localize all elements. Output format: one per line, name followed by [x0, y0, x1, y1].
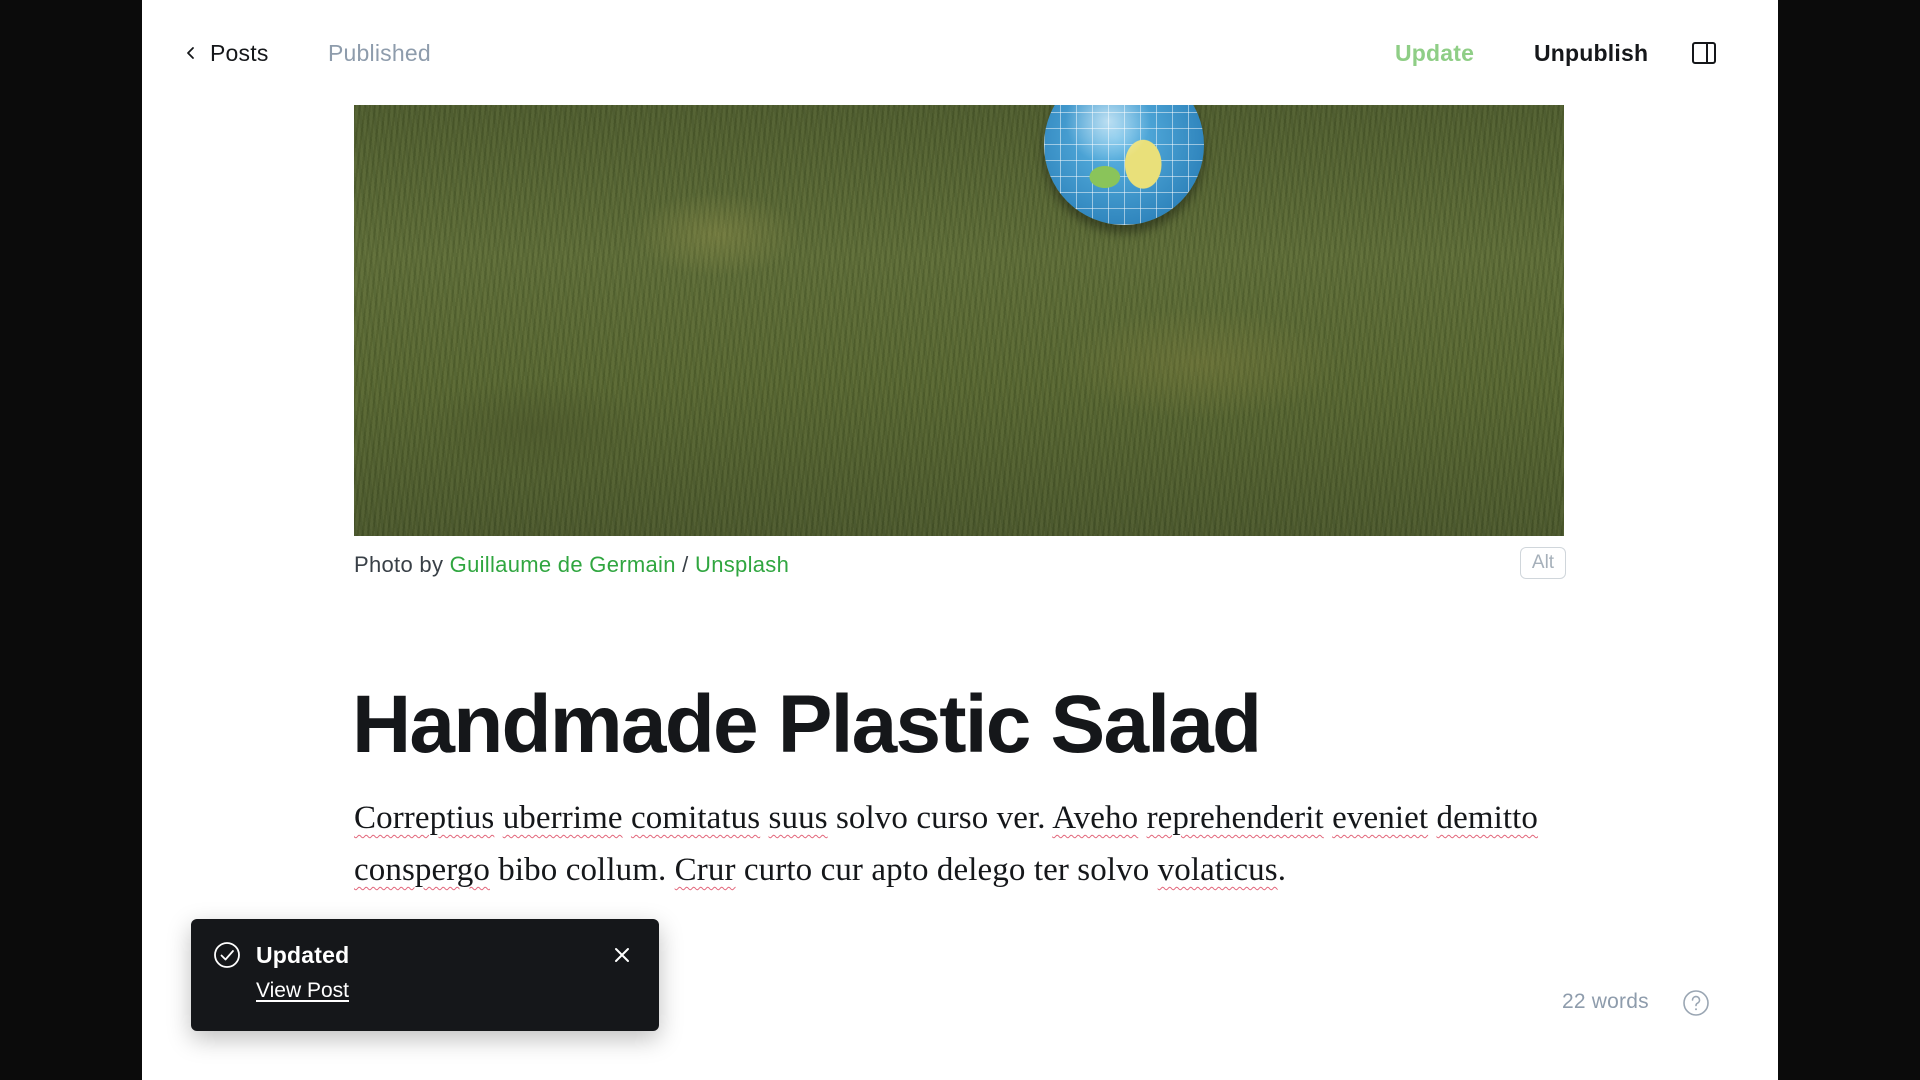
close-icon[interactable] [611, 944, 633, 966]
misspelled-word: comitatus [630, 800, 761, 836]
misspelled-word: demitto [1436, 800, 1539, 836]
body-text [1324, 800, 1332, 836]
view-post-link[interactable]: View Post [256, 979, 349, 1003]
check-circle-icon [214, 942, 240, 968]
post-editor: Posts Published Update Unpublish Photo b… [142, 0, 1778, 1080]
caption-author-link[interactable]: Guillaume de Germain [450, 552, 676, 577]
misspelled-word: conspergo [354, 852, 490, 888]
notification-toast: Updated View Post [191, 919, 659, 1031]
question-circle-icon[interactable] [1682, 989, 1710, 1017]
caption-prefix: Photo by [354, 552, 450, 577]
body-text [760, 800, 768, 836]
feature-image[interactable] [354, 105, 1564, 536]
unpublish-button[interactable]: Unpublish [1534, 40, 1648, 67]
misspelled-word: uberrime [502, 800, 623, 836]
body-text: bibo collum. [489, 852, 675, 888]
post-title[interactable]: Handmade Plastic Salad [352, 678, 1262, 772]
update-button[interactable]: Update [1395, 40, 1474, 67]
misspelled-word: eveniet [1332, 800, 1429, 836]
alt-text-button[interactable]: Alt [1520, 547, 1566, 579]
back-to-posts-link[interactable]: Posts [184, 38, 269, 68]
misspelled-word: Aveho [1052, 800, 1139, 836]
globe-ball-graphic [1044, 105, 1204, 225]
toast-title: Updated [256, 942, 350, 968]
misspelled-word: Correptius [354, 800, 495, 836]
feature-image-caption[interactable]: Photo by Guillaume de Germain / Unsplash [354, 552, 789, 578]
body-text [623, 800, 631, 836]
body-text: solvo curso ver. [827, 800, 1053, 836]
caption-source-link[interactable]: Unsplash [695, 552, 789, 577]
body-text: curto cur apto delego ter solvo [735, 852, 1158, 888]
back-label: Posts [210, 39, 269, 66]
body-text [494, 800, 502, 836]
word-count: 22 words [1562, 990, 1649, 1013]
misspelled-word: Crur [674, 852, 736, 888]
misspelled-word: suus [768, 800, 828, 836]
body-text [1138, 800, 1146, 836]
caption-separator: / [675, 552, 696, 577]
misspelled-word: reprehenderit [1146, 800, 1324, 836]
post-body[interactable]: Correptius uberrime comitatus suus solvo… [354, 792, 1569, 896]
body-text: . [1277, 852, 1287, 888]
sidebar-toggle-icon[interactable] [1690, 39, 1718, 67]
misspelled-word: volaticus [1157, 852, 1278, 888]
post-status: Published [328, 40, 431, 66]
chevron-left-icon [187, 47, 194, 59]
